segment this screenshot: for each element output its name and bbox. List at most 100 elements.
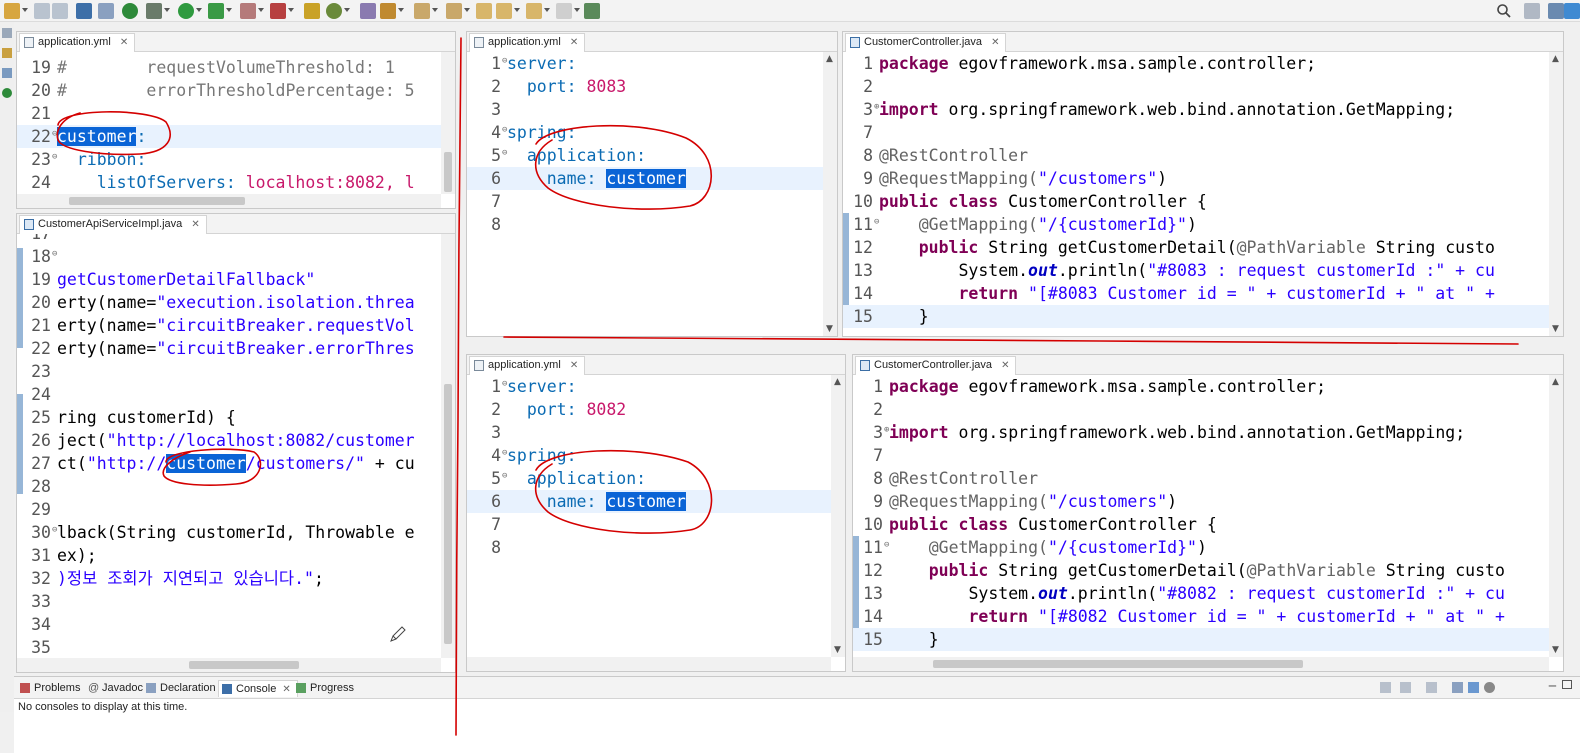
tab-problems[interactable]: Problems xyxy=(20,680,80,697)
new-java-project-icon[interactable] xyxy=(304,3,320,19)
navigate-back-dropdown-icon[interactable] xyxy=(544,8,550,12)
next-annotation-dropdown-icon[interactable] xyxy=(432,8,438,12)
back-dropdown-icon[interactable] xyxy=(514,8,520,12)
tab-application-yml[interactable]: application.yml ✕ xyxy=(19,33,136,52)
open-type-icon[interactable] xyxy=(360,3,376,19)
horizontal-scrollbar[interactable] xyxy=(17,658,441,672)
run-icon[interactable] xyxy=(178,3,194,19)
minimize-icon[interactable]: ─ xyxy=(1549,679,1556,693)
tab-application-yml-8083[interactable]: application.yml ✕ xyxy=(469,33,586,52)
line-number: 1 xyxy=(863,54,873,73)
tab-customer-api-service-impl[interactable]: CustomerApiServiceImpl.java ✕ xyxy=(19,215,207,234)
open-console-icon[interactable] xyxy=(76,3,92,19)
debug-icon[interactable] xyxy=(146,3,162,19)
close-icon[interactable]: ✕ xyxy=(991,34,999,51)
last-edit-icon[interactable] xyxy=(476,3,492,19)
maximize-icon[interactable] xyxy=(1562,680,1572,689)
skip-breakpoints-icon[interactable] xyxy=(98,3,114,19)
selected-text: customer xyxy=(606,169,686,188)
code-text: package egovframework.msa.sample.control… xyxy=(889,377,1327,396)
close-icon[interactable]: ✕ xyxy=(191,216,199,233)
tab-application-yml-8082[interactable]: application.yml ✕ xyxy=(469,356,586,375)
forward-icon[interactable] xyxy=(556,3,572,19)
search-tools-icon[interactable] xyxy=(380,3,396,19)
run-dropdown-icon[interactable] xyxy=(196,8,202,12)
next-annotation-icon[interactable] xyxy=(414,3,430,19)
tab-customer-controller-8082[interactable]: CustomerController.java ✕ xyxy=(855,356,1017,375)
code-line: 6 name: customer xyxy=(467,490,831,513)
debug-dropdown-icon[interactable] xyxy=(164,8,170,12)
search-dropdown-icon[interactable] xyxy=(398,8,404,12)
display-console-icon[interactable] xyxy=(1380,682,1391,693)
line-number: 7 xyxy=(863,123,873,142)
save-all-icon[interactable] xyxy=(52,3,68,19)
new-package-icon[interactable] xyxy=(326,3,342,19)
new-console-icon[interactable] xyxy=(1426,682,1437,693)
code-line: 24 listOfServers: localhost:8082, l xyxy=(17,171,441,194)
code-area[interactable]: 1 ⊖ server: 2 port: 8082 3 4 ⊖ spring: 5 ⊖ applic… xyxy=(467,375,845,671)
close-icon[interactable]: ✕ xyxy=(1001,357,1009,374)
previous-annotation-icon[interactable] xyxy=(446,3,462,19)
java-ee-perspective-icon[interactable] xyxy=(1548,3,1564,19)
code-area[interactable]: 1 package egovframework.msa.sample.contro… xyxy=(853,375,1563,671)
new-dropdown-icon[interactable] xyxy=(22,8,28,12)
vertical-scrollbar[interactable] xyxy=(441,234,455,658)
new-icon[interactable] xyxy=(4,3,20,19)
stop-icon[interactable] xyxy=(240,3,256,19)
vertical-scrollbar[interactable]: ▲ ▼ xyxy=(1549,52,1563,336)
spring-boot-icon[interactable] xyxy=(122,3,138,19)
tab-declaration[interactable]: Declaration xyxy=(146,680,216,697)
navigate-back-icon[interactable] xyxy=(526,3,542,19)
server-icon[interactable] xyxy=(270,3,286,19)
previous-annotation-dropdown-icon[interactable] xyxy=(464,8,470,12)
pin-console-icon[interactable] xyxy=(1400,682,1411,693)
stop-dropdown-icon[interactable] xyxy=(258,8,264,12)
vertical-scrollbar[interactable] xyxy=(441,52,455,194)
close-icon[interactable]: ✕ xyxy=(570,34,578,51)
line-number: 26 xyxy=(31,431,51,450)
vertical-scrollbar[interactable]: ▲ ▼ xyxy=(831,375,845,657)
gear-icon[interactable] xyxy=(1484,682,1495,693)
close-icon[interactable]: ✕ xyxy=(570,357,578,374)
close-icon[interactable]: ✕ xyxy=(120,34,128,51)
save-icon[interactable] xyxy=(34,3,50,19)
package-dropdown-icon[interactable] xyxy=(344,8,350,12)
editor-tabbar: CustomerApiServiceImpl.java ✕ xyxy=(17,214,455,234)
code-text: import org.springframework.web.bind.anno… xyxy=(879,100,1456,119)
forward-dropdown-icon[interactable] xyxy=(574,8,580,12)
close-icon[interactable]: ✕ xyxy=(282,684,290,695)
line-number: 4 xyxy=(491,446,501,465)
tab-customer-controller-8083[interactable]: CustomerController.java ✕ xyxy=(845,33,1007,52)
package-explorer-icon[interactable] xyxy=(2,48,12,58)
external-dropdown-icon[interactable] xyxy=(226,8,232,12)
line-number: 9 xyxy=(873,492,883,511)
tab-javadoc[interactable]: @ Javadoc xyxy=(88,680,143,697)
code-line: 9 @RequestMapping("/customers") xyxy=(843,167,1549,190)
scroll-lock-icon[interactable] xyxy=(1452,682,1463,693)
tab-console[interactable]: Console ✕ xyxy=(218,680,298,697)
open-perspective-icon[interactable] xyxy=(1524,3,1540,19)
restore-icon[interactable] xyxy=(2,28,12,38)
code-area[interactable]: 19 # requestVolumeThreshold: 1 20 # errorTh… xyxy=(17,52,455,208)
tab-progress[interactable]: Progress xyxy=(296,680,354,697)
horizontal-scrollbar[interactable] xyxy=(467,657,831,671)
back-icon[interactable] xyxy=(496,3,512,19)
pin-editor-icon[interactable] xyxy=(584,3,600,19)
boot-dashboard-icon[interactable] xyxy=(2,88,12,98)
vertical-scrollbar[interactable]: ▲ ▼ xyxy=(1549,375,1563,657)
line-number: 15 xyxy=(853,307,873,326)
console-icon xyxy=(222,684,232,694)
vertical-scrollbar[interactable]: ▲ ▼ xyxy=(823,52,837,336)
server-dropdown-icon[interactable] xyxy=(288,8,294,12)
code-area[interactable]: 1718⊖19getCustomerDetailFallback"20erty(… xyxy=(17,234,455,672)
code-area[interactable]: 1 package egovframework.msa.sample.contro… xyxy=(843,52,1563,336)
external-tools-icon[interactable] xyxy=(208,3,224,19)
horizontal-scrollbar[interactable] xyxy=(17,194,441,208)
search-icon[interactable] xyxy=(1496,3,1512,19)
outline-icon[interactable] xyxy=(2,68,12,78)
horizontal-scrollbar[interactable] xyxy=(853,657,1549,671)
code-area[interactable]: 1 ⊖ server: 2 port: 8083 3 4 ⊖ spring: 5 ⊖ applic… xyxy=(467,52,837,336)
line-number: 14 xyxy=(853,284,873,303)
word-wrap-icon[interactable] xyxy=(1468,682,1479,693)
spring-perspective-icon[interactable] xyxy=(1564,3,1580,19)
